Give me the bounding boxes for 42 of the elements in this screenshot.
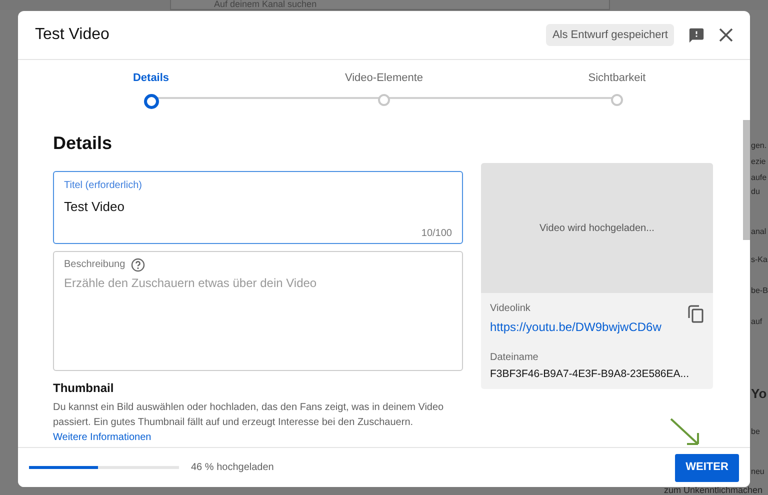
background-text: Yo	[751, 385, 767, 403]
description-field[interactable]: Beschreibung Erzähle den Zuschauern etwas über dein Video	[53, 251, 463, 371]
background-text: gen.	[751, 140, 767, 152]
videolink-label: Videolink	[490, 302, 532, 316]
upload-progress-text: 46 % hochgeladen	[191, 461, 275, 475]
scrollbar[interactable]	[743, 120, 750, 240]
title-field[interactable]: Titel (erforderlich) Test Video 10/100	[53, 171, 463, 244]
background-text: aufe	[751, 172, 767, 184]
step-label[interactable]: Video-Elemente	[344, 70, 424, 86]
background-text: be-B	[751, 285, 768, 297]
video-link[interactable]: https://youtu.be/DW9bwjwCD6w	[490, 318, 688, 336]
filename: F3BF3F46-B9A7-4E3F-B9A8-23E586EA...	[490, 367, 690, 382]
feedback-icon[interactable]	[688, 26, 705, 44]
thumbnail-heading: Thumbnail	[53, 380, 115, 397]
dialog-title: Test Video	[35, 25, 110, 45]
close-icon[interactable]	[719, 28, 733, 42]
title-value: Test Video	[64, 198, 124, 216]
description-placeholder: Erzähle den Zuschauern etwas über dein Video	[64, 275, 318, 292]
help-icon[interactable]	[131, 258, 146, 272]
next-button[interactable]: WEITER	[675, 454, 739, 482]
arrow-icon	[669, 417, 701, 447]
background-text: be	[751, 426, 760, 438]
background-text: ezie	[751, 156, 766, 168]
background-text: zum Unkenntlichmachen	[664, 485, 763, 495]
copy-icon[interactable]	[688, 305, 704, 323]
upload-status: Video wird hochgeladen...	[540, 222, 654, 236]
field-label: Titel (erforderlich)	[64, 179, 143, 193]
more-info-link[interactable]: Weitere Informationen	[53, 432, 152, 443]
background-text: auf	[751, 316, 762, 328]
step-indicator[interactable]	[144, 94, 158, 108]
save-status: Als Entwurf gespeichert	[546, 24, 674, 46]
section-heading: Details	[53, 132, 114, 155]
background-text: anal	[751, 226, 766, 238]
thumbnail-description: Du kannst ein Bild auswählen oder hochladen, das den Fans zeigt, was in deinem Video passiert. Ein gutes Thumbnail fällt auf und erzeugt Interesse bei den Zuschauern. Weitere Informationen	[53, 401, 445, 445]
step-label[interactable]: Sichtbarkeit	[588, 70, 646, 86]
background-text: s-Ka	[751, 254, 768, 266]
background-text: neu	[751, 466, 764, 478]
field-label: Beschreibung	[64, 258, 126, 272]
character-counter: 10/100	[421, 226, 452, 240]
filename-label: Dateiname	[490, 351, 540, 365]
background-text: du	[751, 186, 760, 198]
step-label[interactable]: Details	[132, 70, 170, 86]
